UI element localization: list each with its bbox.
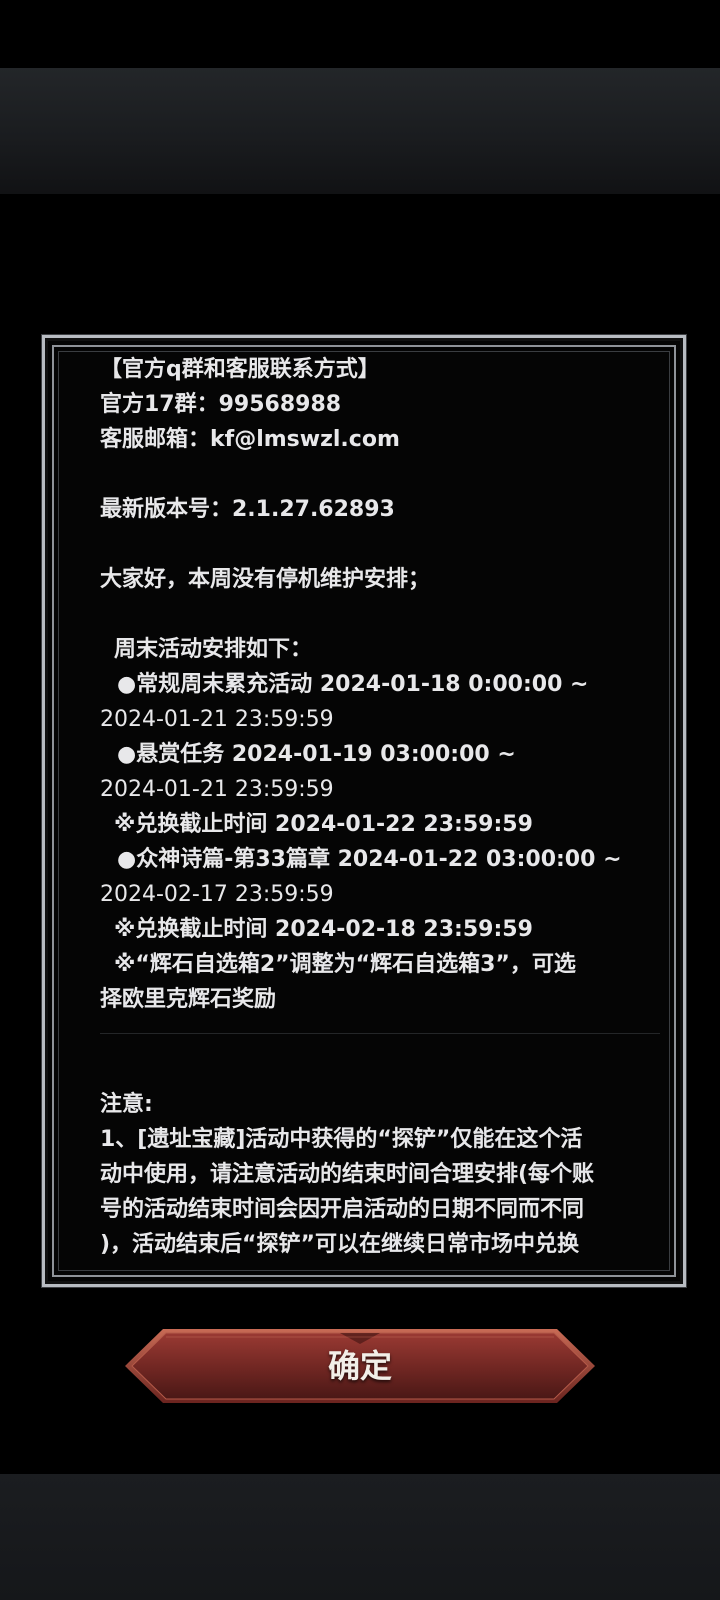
schedule-item: ●常规周末累充活动 2024-01-18 0:00:00 ~	[117, 672, 589, 697]
adjustment-note: ※“辉石自选箱2”调整为“辉石自选箱3”，可选	[114, 952, 576, 977]
screen: 【官方q群和客服联系方式】 官方17群：99568988 客服邮箱：kf@lms…	[0, 0, 720, 1600]
adjustment-note-continuation: 择欧里克辉石奖励	[100, 987, 277, 1012]
notice-line: 客服邮箱：kf@lmswzl.com	[100, 427, 400, 452]
background-band-bottom	[0, 1474, 720, 1600]
version-line: 最新版本号：2.1.27.62893	[100, 497, 395, 522]
greeting-line: 大家好，本周没有停机维护安排；	[100, 567, 431, 592]
note-line: )，活动结束后“探铲”可以在继续日常市场中兑换	[100, 1232, 579, 1257]
notice-dialog: 【官方q群和客服联系方式】 官方17群：99568988 客服邮箱：kf@lms…	[42, 335, 686, 1287]
exchange-deadline: ※兑换截止时间 2024-01-22 23:59:59	[114, 812, 533, 837]
note-line: 动中使用，请注意活动的结束时间合理安排(每个账	[100, 1162, 595, 1187]
section-divider	[100, 1033, 660, 1034]
confirm-button[interactable]: 确定	[125, 1327, 595, 1405]
schedule-item: ●众神诗篇-第33篇章 2024-01-22 03:00:00 ~	[117, 847, 622, 872]
exchange-deadline: ※兑换截止时间 2024-02-18 23:59:59	[114, 917, 533, 942]
note-title: 注意:	[100, 1092, 153, 1117]
note-line: 号的活动结束时间会因开启活动的日期不同而不同	[100, 1197, 585, 1222]
notice-scroll-area[interactable]: 【官方q群和客服联系方式】 官方17群：99568988 客服邮箱：kf@lms…	[100, 352, 660, 1274]
confirm-button-label: 确定	[327, 1348, 392, 1384]
notice-line: 官方17群：99568988	[100, 392, 342, 417]
weekend-schedule-heading: 周末活动安排如下：	[114, 637, 313, 662]
note-line: 1、[遗址宝藏]活动中获得的“探铲”仅能在这个活	[100, 1127, 583, 1152]
schedule-item-continuation: 2024-01-21 23:59:59	[100, 707, 334, 732]
confirm-button-area: 确定	[125, 1327, 595, 1405]
schedule-item-continuation: 2024-02-17 23:59:59	[100, 882, 334, 907]
background-band-top	[0, 68, 720, 194]
schedule-item: ●悬赏任务 2024-01-19 03:00:00 ~	[117, 742, 516, 767]
notice-line: 【官方q群和客服联系方式】	[100, 357, 380, 382]
schedule-item-continuation: 2024-01-21 23:59:59	[100, 777, 334, 802]
